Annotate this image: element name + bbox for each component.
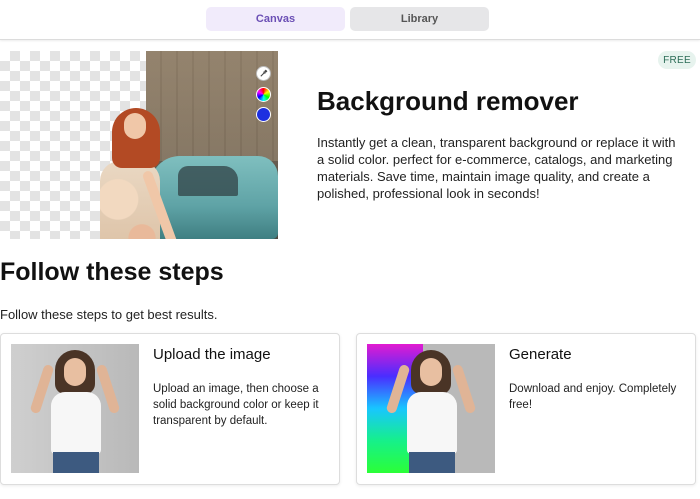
tab-canvas[interactable]: Canvas xyxy=(206,7,345,31)
steps-subtitle: Follow these steps to get best results. xyxy=(0,307,218,322)
blue-swatch[interactable] xyxy=(256,107,271,122)
step-card-upload: Upload the image Upload an image, then c… xyxy=(0,333,340,485)
step-image-upload xyxy=(11,344,139,473)
tab-bar: Canvas Library xyxy=(0,0,700,40)
step-title-upload: Upload the image xyxy=(153,346,271,363)
page-title: Background remover xyxy=(317,86,579,116)
photo-woman-face xyxy=(124,113,146,139)
step-card-generate: Generate Download and enjoy. Completely … xyxy=(356,333,696,485)
person-face xyxy=(420,358,442,386)
free-badge: FREE xyxy=(658,51,696,69)
person-face xyxy=(64,358,86,386)
color-wheel-icon[interactable] xyxy=(256,87,271,102)
person-jeans xyxy=(409,452,455,473)
hero-description: Instantly get a clean, transparent backg… xyxy=(317,135,676,201)
step-description-generate: Download and enjoy. Completely free! xyxy=(509,383,677,411)
step-image-generate xyxy=(367,344,495,473)
step-description-upload: Upload an image, then choose a solid bac… xyxy=(153,383,319,427)
photo-car-window xyxy=(178,166,238,196)
person-jeans xyxy=(53,452,99,473)
steps-heading: Follow these steps xyxy=(0,258,224,286)
person-shirt xyxy=(407,392,457,454)
person-shirt xyxy=(51,392,101,454)
step-title-generate: Generate xyxy=(509,346,572,363)
tab-library[interactable]: Library xyxy=(350,7,489,31)
hero-image xyxy=(0,51,278,239)
eyedropper-icon[interactable] xyxy=(256,66,271,81)
